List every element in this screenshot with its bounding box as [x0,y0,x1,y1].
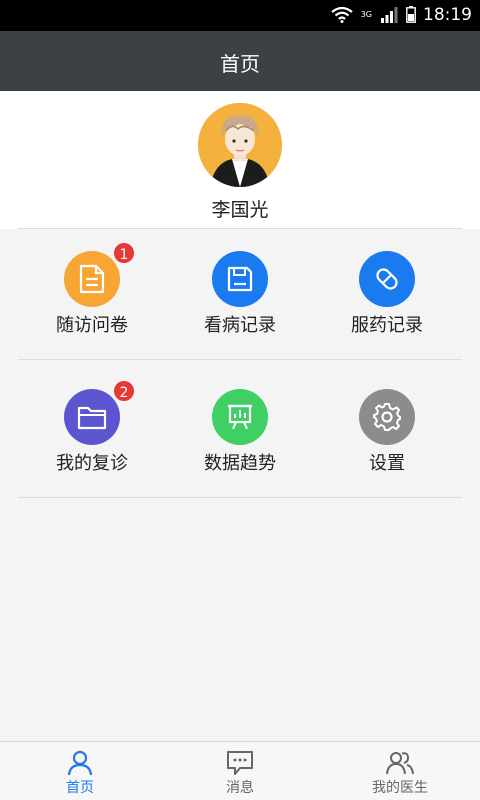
data-trends-icon-circle [212,389,268,445]
tab-messages[interactable]: 消息 [160,742,320,800]
divider [18,359,462,360]
network-type: 3G [360,9,372,19]
avatar[interactable] [198,103,282,187]
questionnaire-icon-circle [64,251,120,307]
divider [18,228,462,229]
follow-up-icon-circle [64,389,120,445]
chart-board-icon [228,404,252,430]
wifi-icon [331,6,353,23]
title-bar: 首页 [0,31,480,91]
person-icon [67,750,93,776]
menu-item-label: 数据趋势 [204,453,276,474]
tab-label: 首页 [66,780,94,796]
menu-item-label: 我的复诊 [56,453,128,474]
menu-item-visit-records[interactable]: 看病记录 [160,251,320,361]
menu-item-settings[interactable]: 设置 [307,389,467,499]
page-title: 首页 [220,52,260,76]
menu-item-data-trends[interactable]: 数据趋势 [160,389,320,499]
menu-item-label: 设置 [369,453,405,474]
divider [18,497,462,498]
menu-item-medication-records[interactable]: 服药记录 [307,251,467,361]
notification-badge: 1 [112,241,136,265]
folder-icon [77,406,107,430]
menu-item-label: 看病记录 [204,315,276,336]
bottom-nav: 首页 消息 我的医生 [0,741,480,800]
signal-icon [381,6,398,23]
tab-label: 消息 [226,780,254,796]
tab-my-doctor[interactable]: 我的医生 [320,742,480,800]
visit-records-icon-circle [212,251,268,307]
pill-icon [376,268,398,290]
clock: 18:19 [423,5,472,25]
menu-item-label: 随访问卷 [56,315,128,336]
gear-icon [373,403,401,431]
menu-item-follow-up[interactable]: 2 我的复诊 [12,379,172,499]
user-name: 李国光 [211,199,269,221]
people-icon [386,752,414,775]
profile-section: 李国光 [0,91,480,229]
message-icon [227,751,253,775]
menu-item-label: 服药记录 [351,315,423,336]
avatar-illustration [198,103,282,187]
settings-icon-circle [359,389,415,445]
battery-icon [406,6,416,23]
tab-home[interactable]: 首页 [0,742,160,800]
floppy-disk-icon [227,266,253,292]
notification-badge: 2 [112,379,136,403]
status-bar: 3G 18:19 [0,0,480,31]
document-icon [79,264,105,294]
medication-icon-circle [359,251,415,307]
tab-label: 我的医生 [372,780,428,796]
status-icons: 3G [331,6,416,23]
menu-item-questionnaire[interactable]: 1 随访问卷 [12,241,172,361]
